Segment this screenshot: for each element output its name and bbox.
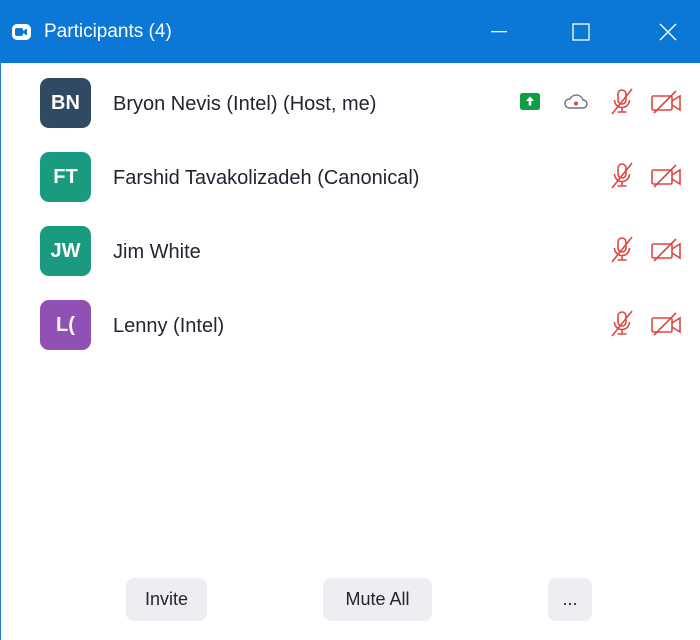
- invite-button[interactable]: Invite: [126, 578, 207, 621]
- participant-name: Bryon Nevis (Intel) (Host, me): [113, 93, 377, 115]
- muted-microphone-icon[interactable]: [608, 161, 636, 191]
- maximize-icon: [572, 22, 590, 41]
- more-options-button[interactable]: ...: [548, 578, 592, 621]
- muted-microphone-icon[interactable]: [608, 87, 636, 117]
- mute-all-button[interactable]: Mute All: [323, 578, 432, 621]
- muted-microphone-icon[interactable]: [608, 235, 636, 265]
- title-bar[interactable]: Participants (4): [0, 0, 700, 63]
- participant-row[interactable]: BN Bryon Nevis (Intel) (Host, me): [0, 63, 700, 137]
- avatar: JW: [40, 226, 91, 276]
- participant-row[interactable]: L( Lenny (Intel): [0, 285, 700, 359]
- minimize-icon: [491, 30, 507, 32]
- maximize-button[interactable]: [553, 0, 609, 63]
- muted-microphone-icon[interactable]: [608, 309, 636, 339]
- video-off-icon[interactable]: [650, 164, 684, 188]
- participant-row[interactable]: FT Farshid Tavakolizadeh (Canonical): [0, 137, 700, 211]
- close-icon: [659, 23, 677, 40]
- screen-share-icon[interactable]: [520, 93, 540, 110]
- participant-row[interactable]: JW Jim White: [0, 211, 700, 285]
- close-button[interactable]: [640, 0, 696, 63]
- cloud-recording-icon: [563, 92, 589, 112]
- minimize-button[interactable]: [471, 0, 527, 63]
- avatar: L(: [40, 300, 91, 350]
- zoom-camera-icon: [12, 24, 31, 40]
- avatar: BN: [40, 78, 91, 128]
- video-off-icon[interactable]: [650, 238, 684, 262]
- participant-name: Jim White: [113, 241, 201, 263]
- participant-name: Lenny (Intel): [113, 315, 225, 337]
- participant-name: Farshid Tavakolizadeh (Canonical): [113, 167, 420, 189]
- footer-toolbar: Invite Mute All ...: [0, 578, 700, 622]
- avatar: FT: [40, 152, 91, 202]
- window-title: Participants (4): [44, 21, 172, 42]
- video-off-icon[interactable]: [650, 312, 684, 336]
- video-off-icon[interactable]: [650, 90, 684, 114]
